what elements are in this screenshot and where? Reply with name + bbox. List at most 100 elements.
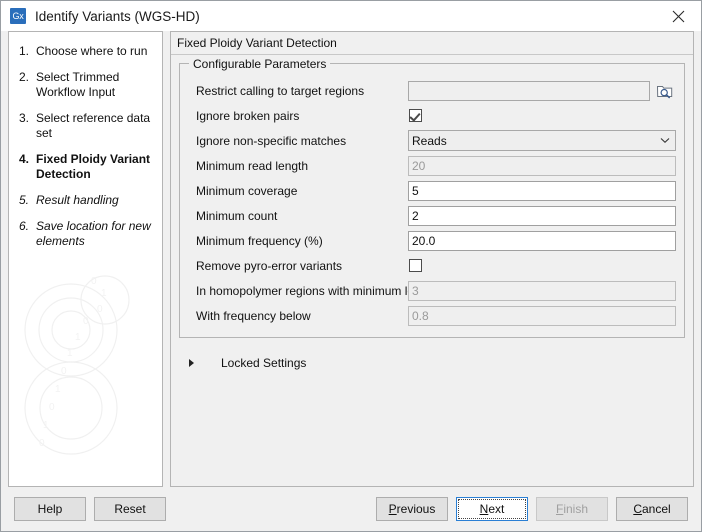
locked-settings-label: Locked Settings xyxy=(221,356,307,370)
locked-settings-expander[interactable]: Locked Settings xyxy=(179,356,685,370)
wizard-step-2[interactable]: 2. Select Trimmed Workflow Input xyxy=(19,70,154,100)
previous-label: Previous xyxy=(388,502,436,516)
svg-text:0: 0 xyxy=(83,316,89,327)
parameter-row: Restrict calling to target regions xyxy=(188,78,676,103)
clc-watermark: 0 1 0 0 1 1 0 1 0 1 0 xyxy=(24,275,130,455)
wizard-step-3[interactable]: 3. Select reference data set xyxy=(19,111,154,141)
group-title: Configurable Parameters xyxy=(189,57,331,71)
parameter-field-list: Restrict calling to target regions Ignore… xyxy=(188,78,676,328)
previous-button[interactable]: Previous xyxy=(376,497,448,521)
parameter-control xyxy=(408,280,676,301)
triangle-right-icon xyxy=(189,359,194,367)
dialog-title: Identify Variants (WGS-HD) xyxy=(35,8,200,24)
parameter-control xyxy=(408,155,676,176)
svg-text:0: 0 xyxy=(97,304,103,315)
wizard-step-5[interactable]: 5. Result handling xyxy=(19,193,154,208)
svg-text:1: 1 xyxy=(43,420,49,431)
wizard-step-label: Choose where to run xyxy=(36,44,148,58)
wizard-step-label: Save location for new elements xyxy=(36,219,151,248)
svg-text:1: 1 xyxy=(75,332,81,343)
parameter-control xyxy=(408,109,676,122)
parameter-text-input[interactable] xyxy=(408,80,650,101)
parameter-label: Minimum count xyxy=(196,208,278,223)
parameter-control xyxy=(408,180,676,201)
wizard-step-number: 2. xyxy=(19,70,30,84)
app-icon: Gx xyxy=(10,8,26,24)
parameter-text-input xyxy=(408,305,676,326)
next-button[interactable]: Next xyxy=(456,497,528,521)
parameter-control xyxy=(408,230,676,251)
svg-text:0: 0 xyxy=(61,366,67,377)
parameter-row: With frequency below xyxy=(188,303,676,328)
parameter-dropdown[interactable]: Reads xyxy=(408,130,676,151)
wizard-step-label: Result handling xyxy=(36,193,119,207)
parameter-label: In homopolymer regions with minimum leng… xyxy=(196,283,438,298)
parameter-text-input[interactable] xyxy=(408,205,676,226)
parameter-checkbox[interactable] xyxy=(409,259,422,272)
wizard-step-number: 3. xyxy=(19,111,30,125)
wizard-step-number: 6. xyxy=(19,219,30,233)
svg-text:1: 1 xyxy=(67,348,73,359)
wizard-step-label: Select reference data set xyxy=(36,111,151,140)
parameter-row: Ignore broken pairs xyxy=(188,103,676,128)
parameter-label: Minimum frequency (%) xyxy=(196,233,323,248)
parameter-label: With frequency below xyxy=(196,308,311,323)
folder-search-icon[interactable] xyxy=(654,81,676,101)
panel-header: Fixed Ploidy Variant Detection xyxy=(171,32,693,55)
parameter-text-input xyxy=(408,155,676,176)
cancel-label: Cancel xyxy=(633,502,671,516)
title-bar: Gx Identify Variants (WGS-HD) xyxy=(1,1,701,31)
finish-button: Finish xyxy=(536,497,608,521)
previous-mnemonic: P xyxy=(388,502,397,516)
wizard-step-sidebar: 1. Choose where to run 2. Select Trimmed Wo… xyxy=(8,31,163,487)
parameter-control xyxy=(408,305,676,326)
parameter-label: Ignore broken pairs xyxy=(196,108,300,123)
close-icon[interactable] xyxy=(656,1,701,31)
dialog-footer: Help Reset Previous Next Finish Cancel xyxy=(1,487,701,531)
parameters-panel: Fixed Ploidy Variant Detection Configura… xyxy=(170,31,694,487)
wizard-step-4[interactable]: 4. Fixed Ploidy Variant Detection xyxy=(19,152,154,182)
parameter-control xyxy=(408,259,676,272)
parameter-control: Reads xyxy=(408,130,676,151)
wizard-step-label: Fixed Ploidy Variant Detection xyxy=(36,152,151,181)
parameter-checkbox[interactable] xyxy=(409,109,422,122)
panel-content: Configurable Parameters Restrict calling… xyxy=(171,55,693,486)
svg-text:0: 0 xyxy=(39,438,45,449)
reset-button[interactable]: Reset xyxy=(94,497,166,521)
wizard-step-1[interactable]: 1. Choose where to run xyxy=(19,44,154,59)
parameter-text-input xyxy=(408,280,676,301)
cancel-mnemonic: C xyxy=(633,502,642,516)
parameter-row: Minimum frequency (%) xyxy=(188,228,676,253)
svg-text:0: 0 xyxy=(91,276,97,287)
finish-label: Finish xyxy=(555,502,589,516)
parameter-row: Remove pyro-error variants xyxy=(188,253,676,278)
wizard-step-label: Select Trimmed Workflow Input xyxy=(36,70,120,99)
help-button[interactable]: Help xyxy=(14,497,86,521)
dialog-body: 1. Choose where to run 2. Select Trimmed Wo… xyxy=(1,31,701,487)
parameter-dropdown-value: Reads xyxy=(412,133,447,148)
wizard-step-number: 5. xyxy=(19,193,30,207)
parameter-label: Remove pyro-error variants xyxy=(196,258,343,273)
parameter-text-input[interactable] xyxy=(408,180,676,201)
next-label: Next xyxy=(479,502,505,516)
svg-text:1: 1 xyxy=(101,288,107,299)
parameter-label: Minimum coverage xyxy=(196,183,298,198)
parameter-row: Minimum read length xyxy=(188,153,676,178)
parameter-control xyxy=(408,205,676,226)
parameter-text-input[interactable] xyxy=(408,230,676,251)
dialog-window: Gx Identify Variants (WGS-HD) 1. Choose w… xyxy=(0,0,702,532)
chevron-down-icon xyxy=(658,137,672,144)
svg-text:0: 0 xyxy=(49,402,55,413)
parameter-label: Minimum read length xyxy=(196,158,309,173)
wizard-step-list: 1. Choose where to run 2. Select Trimmed Wo… xyxy=(9,32,162,249)
parameter-row: Minimum coverage xyxy=(188,178,676,203)
configurable-parameters-group: Configurable Parameters Restrict calling… xyxy=(179,57,685,338)
parameter-label: Restrict calling to target regions xyxy=(196,83,365,98)
parameter-label: Ignore non-specific matches xyxy=(196,133,347,148)
parameter-row: Ignore non-specific matches Reads xyxy=(188,128,676,153)
wizard-step-6[interactable]: 6. Save location for new elements xyxy=(19,219,154,249)
cancel-button[interactable]: Cancel xyxy=(616,497,688,521)
parameter-row: In homopolymer regions with minimum leng… xyxy=(188,278,676,303)
wizard-step-number: 4. xyxy=(19,152,30,166)
svg-text:1: 1 xyxy=(55,384,61,395)
